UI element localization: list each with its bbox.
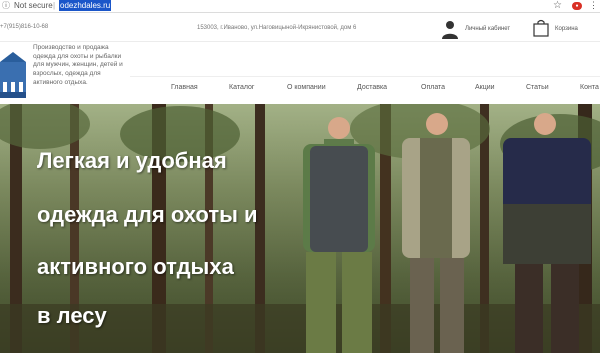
url-field[interactable]: odezhdales.ru [59,0,112,11]
nav-item-contacts[interactable]: Конта [580,84,599,91]
hero-banner: Легкая и удобная одежда для охоты и акти… [0,104,600,353]
company-address: 153003, г.Иваново, ул.Наговицыной-Икряни… [197,25,357,31]
browser-menu-icon[interactable]: ⋮ [589,0,598,11]
info-icon[interactable]: ⓘ [2,1,12,11]
nav-item-about[interactable]: О компании [287,84,326,91]
bookmark-star-icon[interactable]: ☆ [553,0,562,11]
hero-heading-line-2: одежда для охоты и [37,202,258,227]
nav-item-delivery[interactable]: Доставка [357,84,387,91]
main-navigation: Главная Каталог О компании Доставка Опла… [130,76,600,104]
hero-heading-line-1: Легкая и удобная [37,148,227,173]
cabinet-label[interactable]: Личный кабинет [465,26,510,32]
company-logo[interactable] [0,52,28,104]
nav-item-promotions[interactable]: Акции [475,84,495,91]
header-top-strip: +7(915)816-10-68 153003, г.Иваново, ул.Н… [0,14,600,42]
company-tagline: Производство и продажа одежда для охоты … [33,44,123,86]
shopping-bag-icon [533,19,549,37]
nav-item-catalog[interactable]: Каталог [229,84,254,91]
cart-label[interactable]: Корзина [555,26,578,32]
hero-heading-line-3: активного отдыха [37,254,234,279]
security-label[interactable]: Not secure [14,1,53,11]
separator: | [53,1,56,10]
nav-item-home[interactable]: Главная [171,84,198,91]
extension-icon[interactable]: ● [572,2,582,10]
browser-address-bar: ⓘ Not secure | odezhdales.ru ☆ ● ⋮ [0,0,600,13]
hero-heading-line-4: в лесу [37,303,107,328]
nav-item-payment[interactable]: Оплата [421,84,445,91]
phone-number[interactable]: +7(915)816-10-68 [0,24,48,30]
user-icon [442,21,458,39]
site-header: +7(915)816-10-68 153003, г.Иваново, ул.Н… [0,14,600,104]
nav-item-articles[interactable]: Статьи [526,84,549,91]
